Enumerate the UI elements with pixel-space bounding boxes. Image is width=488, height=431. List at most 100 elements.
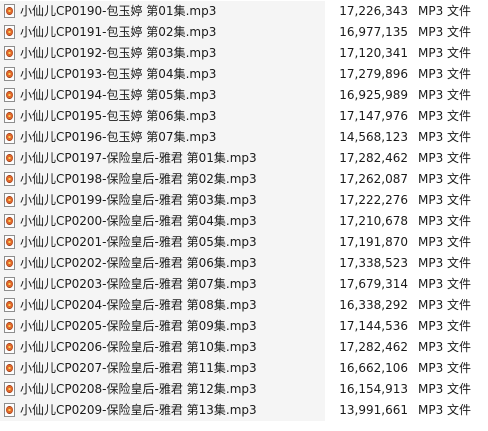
file-size: 17,222,276 <box>339 193 408 207</box>
name-cell: 小仙儿CP0204-保险皇后-雅君 第08集.mp3 <box>0 295 325 316</box>
mp3-file-icon <box>4 214 15 228</box>
file-type: MP3 文件 <box>418 151 472 165</box>
file-name: 小仙儿CP0202-保险皇后-雅君 第06集.mp3 <box>20 256 257 270</box>
file-name: 小仙儿CP0190-包玉婷 第01集.mp3 <box>20 4 217 18</box>
file-row[interactable]: 小仙儿CP0198-保险皇后-雅君 第02集.mp3 17,262,087 MP… <box>0 169 488 190</box>
file-row[interactable]: 小仙儿CP0203-保险皇后-雅君 第07集.mp3 17,679,314 MP… <box>0 274 488 295</box>
file-row[interactable]: 小仙儿CP0201-保险皇后-雅君 第05集.mp3 17,191,870 MP… <box>0 232 488 253</box>
file-size: 17,120,341 <box>339 46 408 60</box>
mp3-file-icon <box>4 193 15 207</box>
file-type: MP3 文件 <box>418 361 472 375</box>
file-name: 小仙儿CP0199-保险皇后-雅君 第03集.mp3 <box>20 193 257 207</box>
mp3-file-icon <box>4 67 15 81</box>
file-name: 小仙儿CP0191-包玉婷 第02集.mp3 <box>20 25 217 39</box>
file-type: MP3 文件 <box>418 235 472 249</box>
name-cell: 小仙儿CP0192-包玉婷 第03集.mp3 <box>0 43 325 64</box>
file-row[interactable]: 小仙儿CP0206-保险皇后-雅君 第10集.mp3 17,282,462 MP… <box>0 337 488 358</box>
mp3-file-icon <box>4 403 15 417</box>
file-row[interactable]: 小仙儿CP0197-保险皇后-雅君 第01集.mp3 17,282,462 MP… <box>0 148 488 169</box>
file-size: 17,144,536 <box>339 319 408 333</box>
name-cell: 小仙儿CP0191-包玉婷 第02集.mp3 <box>0 22 325 43</box>
file-size: 17,191,870 <box>339 235 408 249</box>
file-type: MP3 文件 <box>418 256 472 270</box>
mp3-file-icon <box>4 130 15 144</box>
name-cell: 小仙儿CP0195-包玉婷 第06集.mp3 <box>0 106 325 127</box>
name-cell: 小仙儿CP0203-保险皇后-雅君 第07集.mp3 <box>0 274 325 295</box>
file-row[interactable]: 小仙儿CP0208-保险皇后-雅君 第12集.mp3 16,154,913 MP… <box>0 379 488 400</box>
file-row[interactable]: 小仙儿CP0207-保险皇后-雅君 第11集.mp3 16,662,106 MP… <box>0 358 488 379</box>
file-name: 小仙儿CP0204-保险皇后-雅君 第08集.mp3 <box>20 298 257 312</box>
file-name: 小仙儿CP0205-保险皇后-雅君 第09集.mp3 <box>20 319 257 333</box>
file-row[interactable]: 小仙儿CP0196-包玉婷 第07集.mp3 14,568,123 MP3 文件 <box>0 127 488 148</box>
file-size: 13,991,661 <box>339 403 408 417</box>
file-name: 小仙儿CP0200-保险皇后-雅君 第04集.mp3 <box>20 214 257 228</box>
file-row[interactable]: 小仙儿CP0202-保险皇后-雅君 第06集.mp3 17,338,523 MP… <box>0 253 488 274</box>
name-cell: 小仙儿CP0205-保险皇后-雅君 第09集.mp3 <box>0 316 325 337</box>
name-cell: 小仙儿CP0202-保险皇后-雅君 第06集.mp3 <box>0 253 325 274</box>
file-row[interactable]: 小仙儿CP0192-包玉婷 第03集.mp3 17,120,341 MP3 文件 <box>0 43 488 64</box>
mp3-file-icon <box>4 382 15 396</box>
name-cell: 小仙儿CP0207-保险皇后-雅君 第11集.mp3 <box>0 358 325 379</box>
file-size: 17,279,896 <box>339 67 408 81</box>
file-type: MP3 文件 <box>418 403 472 417</box>
mp3-file-icon <box>4 319 15 333</box>
name-cell: 小仙儿CP0197-保险皇后-雅君 第01集.mp3 <box>0 148 325 169</box>
file-size: 16,662,106 <box>339 361 408 375</box>
mp3-file-icon <box>4 25 15 39</box>
name-cell: 小仙儿CP0201-保险皇后-雅君 第05集.mp3 <box>0 232 325 253</box>
file-type: MP3 文件 <box>418 172 472 186</box>
file-name: 小仙儿CP0192-包玉婷 第03集.mp3 <box>20 46 217 60</box>
file-name: 小仙儿CP0207-保险皇后-雅君 第11集.mp3 <box>20 361 257 375</box>
file-name: 小仙儿CP0195-包玉婷 第06集.mp3 <box>20 109 217 123</box>
file-size: 17,338,523 <box>339 256 408 270</box>
name-cell: 小仙儿CP0194-包玉婷 第05集.mp3 <box>0 85 325 106</box>
name-cell: 小仙儿CP0200-保险皇后-雅君 第04集.mp3 <box>0 211 325 232</box>
file-row[interactable]: 小仙儿CP0204-保险皇后-雅君 第08集.mp3 16,338,292 MP… <box>0 295 488 316</box>
file-list: 小仙儿CP0190-包玉婷 第01集.mp3 17,226,343 MP3 文件… <box>0 1 488 421</box>
file-size: 17,679,314 <box>339 277 408 291</box>
file-type: MP3 文件 <box>418 67 472 81</box>
file-row[interactable]: 小仙儿CP0191-包玉婷 第02集.mp3 16,977,135 MP3 文件 <box>0 22 488 43</box>
file-row[interactable]: 小仙儿CP0200-保险皇后-雅君 第04集.mp3 17,210,678 MP… <box>0 211 488 232</box>
file-row[interactable]: 小仙儿CP0190-包玉婷 第01集.mp3 17,226,343 MP3 文件 <box>0 1 488 22</box>
mp3-file-icon <box>4 151 15 165</box>
file-type: MP3 文件 <box>418 298 472 312</box>
file-type: MP3 文件 <box>418 88 472 102</box>
file-row[interactable]: 小仙儿CP0195-包玉婷 第06集.mp3 17,147,976 MP3 文件 <box>0 106 488 127</box>
name-cell: 小仙儿CP0190-包玉婷 第01集.mp3 <box>0 1 325 22</box>
file-type: MP3 文件 <box>418 25 472 39</box>
name-cell: 小仙儿CP0198-保险皇后-雅君 第02集.mp3 <box>0 169 325 190</box>
file-row[interactable]: 小仙儿CP0205-保险皇后-雅君 第09集.mp3 17,144,536 MP… <box>0 316 488 337</box>
name-cell: 小仙儿CP0196-包玉婷 第07集.mp3 <box>0 127 325 148</box>
file-type: MP3 文件 <box>418 46 472 60</box>
file-name: 小仙儿CP0206-保险皇后-雅君 第10集.mp3 <box>20 340 257 354</box>
file-type: MP3 文件 <box>418 4 472 18</box>
file-size: 17,262,087 <box>339 172 408 186</box>
file-size: 16,154,913 <box>339 382 408 396</box>
mp3-file-icon <box>4 277 15 291</box>
name-cell: 小仙儿CP0206-保险皇后-雅君 第10集.mp3 <box>0 337 325 358</box>
file-type: MP3 文件 <box>418 340 472 354</box>
file-type: MP3 文件 <box>418 130 472 144</box>
file-row[interactable]: 小仙儿CP0199-保险皇后-雅君 第03集.mp3 17,222,276 MP… <box>0 190 488 211</box>
file-type: MP3 文件 <box>418 319 472 333</box>
file-name: 小仙儿CP0196-包玉婷 第07集.mp3 <box>20 130 217 144</box>
file-size: 16,925,989 <box>339 88 408 102</box>
file-type: MP3 文件 <box>418 214 472 228</box>
mp3-file-icon <box>4 88 15 102</box>
file-row[interactable]: 小仙儿CP0209-保险皇后-雅君 第13集.mp3 13,991,661 MP… <box>0 400 488 421</box>
mp3-file-icon <box>4 109 15 123</box>
file-row[interactable]: 小仙儿CP0194-包玉婷 第05集.mp3 16,925,989 MP3 文件 <box>0 85 488 106</box>
file-row[interactable]: 小仙儿CP0193-包玉婷 第04集.mp3 17,279,896 MP3 文件 <box>0 64 488 85</box>
file-name: 小仙儿CP0201-保险皇后-雅君 第05集.mp3 <box>20 235 257 249</box>
file-size: 17,282,462 <box>339 151 408 165</box>
mp3-file-icon <box>4 235 15 249</box>
file-size: 17,147,976 <box>339 109 408 123</box>
mp3-file-icon <box>4 256 15 270</box>
file-name: 小仙儿CP0193-包玉婷 第04集.mp3 <box>20 67 217 81</box>
name-cell: 小仙儿CP0208-保险皇后-雅君 第12集.mp3 <box>0 379 325 400</box>
mp3-file-icon <box>4 46 15 60</box>
file-size: 16,977,135 <box>339 25 408 39</box>
file-name: 小仙儿CP0208-保险皇后-雅君 第12集.mp3 <box>20 382 257 396</box>
file-type: MP3 文件 <box>418 382 472 396</box>
